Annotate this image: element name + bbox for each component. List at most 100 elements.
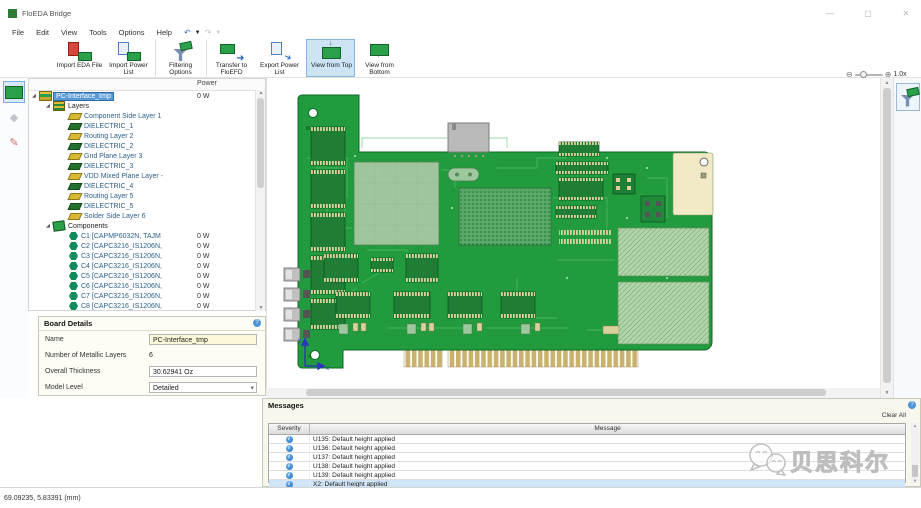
field-label: Overall Thickness <box>45 368 149 375</box>
tree-row[interactable]: Components <box>29 221 265 231</box>
tree-expander-icon[interactable] <box>46 104 53 109</box>
chevron-down-icon[interactable]: ▼ <box>195 30 201 36</box>
undo-icon[interactable]: ↶ <box>184 29 191 37</box>
tree-item-power: 0 W <box>197 243 209 250</box>
scrollbar-thumb[interactable] <box>257 98 264 188</box>
tree-row[interactable]: DIELECTRIC_3 <box>29 161 265 171</box>
scroll-down-icon[interactable]: ▼ <box>256 305 266 311</box>
close-button[interactable]: ✕ <box>899 9 913 18</box>
tree-row[interactable]: C4 [CAPC3216_IS1206N, 0 W <box>29 261 265 271</box>
menu-item[interactable]: Tools <box>83 27 113 38</box>
filter-components-button[interactable] <box>896 83 920 111</box>
tree-row[interactable]: DIELECTRIC_4 <box>29 181 265 191</box>
tree-row[interactable]: C7 [CAPC3216_IS1206N, 0 W <box>29 291 265 301</box>
tree-row[interactable]: DIELECTRIC_5 <box>29 201 265 211</box>
zoom-slider-knob[interactable] <box>860 71 867 78</box>
model-tree-panel: Power PC-Interface_tmp 0 W Layers <box>28 78 266 311</box>
toolbar-button[interactable]: View from Bottom <box>355 39 404 77</box>
redo-icon[interactable]: ↷ <box>205 29 212 37</box>
tree-row[interactable]: DIELECTRIC_2 <box>29 141 265 151</box>
tree-row[interactable]: Gnd Plane Layer 3 <box>29 151 265 161</box>
tree-item-label: Gnd Plane Layer 3 <box>84 153 142 160</box>
menu-bar: File Edit View Tools Options Help ↶ ▼ ↷ … <box>0 26 921 39</box>
minimize-button[interactable]: — <box>823 9 837 18</box>
message-row[interactable]: U138: Default height applied <box>269 462 905 471</box>
tree-row[interactable]: C6 [CAPC3216_IS1206N, 0 W <box>29 281 265 291</box>
scrollbar-thumb[interactable] <box>883 88 891 383</box>
field-value[interactable]: 30.62941 Oz <box>149 366 257 377</box>
board-details-field: Overall Thickness 30.62941 Oz <box>39 363 265 379</box>
cursor-coordinates: 69.09235, 5.83391 (mm) <box>0 495 81 502</box>
tree-item-icon <box>69 302 78 310</box>
severity-column-header: Severity <box>269 424 310 434</box>
tree-row[interactable]: Routing Layer 5 <box>29 191 265 201</box>
tree-row[interactable]: PC-Interface_tmp 0 W <box>29 91 265 101</box>
field-value[interactable]: 6 <box>149 350 257 361</box>
canvas-horizontal-scrollbar[interactable] <box>266 388 880 398</box>
scroll-down-icon[interactable]: ▼ <box>881 390 893 396</box>
side-tool-button[interactable] <box>3 106 25 128</box>
tree-row[interactable]: Layers <box>29 101 265 111</box>
tree-row[interactable]: C5 [CAPC3216_IS1206N, 0 W <box>29 271 265 281</box>
field-value[interactable]: PC-Interface_tmp <box>149 334 257 345</box>
message-row[interactable]: U139: Default height applied <box>269 471 905 480</box>
tree-item-power: 0 W <box>197 233 209 240</box>
scroll-up-icon[interactable]: ▲ <box>256 90 266 96</box>
tree-item-power: 0 W <box>197 293 209 300</box>
side-tool-button[interactable] <box>3 81 25 103</box>
tree-scrollbar[interactable]: ▲ ▼ <box>255 90 265 311</box>
side-tool-button[interactable] <box>3 131 25 153</box>
tree-row[interactable]: Component Side Layer 1 <box>29 111 265 121</box>
messages-scrollbar[interactable]: ▲ ▼ <box>911 423 919 483</box>
toolbar-button[interactable]: View from Top <box>306 39 355 77</box>
tree-row[interactable]: VDD Mixed Plane Layer - <box>29 171 265 181</box>
toolbar-button[interactable]: Export Power List <box>255 39 304 77</box>
scroll-up-icon[interactable]: ▲ <box>911 423 919 428</box>
tree-row[interactable]: Solder Side Layer 6 <box>29 211 265 221</box>
tree-item-label: DIELECTRIC_5 <box>84 203 133 210</box>
menu-item[interactable]: Options <box>113 27 151 38</box>
tree-row[interactable]: Routing Layer 2 <box>29 131 265 141</box>
tree-row[interactable]: C3 [CAPC3216_IS1206N, 0 W <box>29 251 265 261</box>
tree-item-label: C7 [CAPC3216_IS1206N, <box>81 293 162 300</box>
tree-row[interactable]: C2 [CAPC3216_IS1206N, 0 W <box>29 241 265 251</box>
message-row[interactable]: U135: Default height applied <box>269 435 905 444</box>
message-text: U136: Default height applied <box>310 445 395 452</box>
toolbar-button[interactable]: Filtering Options <box>155 39 204 77</box>
tree-row[interactable]: C8 [CAPC3216_IS1206N, 0 W <box>29 301 265 310</box>
scrollbar-thumb[interactable] <box>912 465 918 477</box>
tree-row[interactable]: C1 [CAPMP6032N, TAJM 0 W <box>29 231 265 241</box>
tree-item-power: 0 W <box>197 93 209 100</box>
menu-item[interactable]: Help <box>151 27 178 38</box>
message-row[interactable]: U137: Default height applied <box>269 453 905 462</box>
zoom-slider[interactable] <box>855 74 883 76</box>
help-icon[interactable] <box>253 319 261 327</box>
message-text: U135: Default height applied <box>310 436 395 443</box>
tree-item-label: Solder Side Layer 6 <box>84 213 145 220</box>
canvas-vertical-scrollbar[interactable]: ▲ ▼ <box>880 78 893 398</box>
help-icon[interactable] <box>908 401 916 409</box>
menu-item[interactable]: View <box>55 27 83 38</box>
field-value[interactable]: Detailed <box>149 382 257 393</box>
scroll-up-icon[interactable]: ▲ <box>881 80 893 86</box>
tree-expander-icon[interactable] <box>32 94 39 99</box>
clear-all-link[interactable]: Clear All <box>882 412 906 419</box>
side-tool-icon <box>9 133 18 151</box>
pcb-canvas[interactable]: x y <box>266 78 880 388</box>
scroll-down-icon[interactable]: ▼ <box>911 478 919 483</box>
menu-item[interactable]: Edit <box>30 27 55 38</box>
toolbar-button[interactable]: Transfer to FloEFD <box>206 39 255 77</box>
chevron-down-icon[interactable]: ▼ <box>215 30 221 36</box>
message-row[interactable]: U136: Default height applied <box>269 444 905 453</box>
scrollbar-thumb[interactable] <box>306 389 826 396</box>
info-icon <box>286 472 293 479</box>
side-tool-icon <box>5 86 23 99</box>
toolbar-button[interactable]: Import EDA File <box>55 39 104 77</box>
severity-cell <box>269 445 310 452</box>
menu-item[interactable]: File <box>6 27 30 38</box>
toolbar-button[interactable]: Import Power List <box>104 39 153 77</box>
maximize-button[interactable]: ▢ <box>861 9 875 18</box>
tree-item-icon <box>67 113 82 120</box>
zoom-out-icon[interactable]: ⊖ <box>846 71 853 79</box>
tree-row[interactable]: DIELECTRIC_1 <box>29 121 265 131</box>
